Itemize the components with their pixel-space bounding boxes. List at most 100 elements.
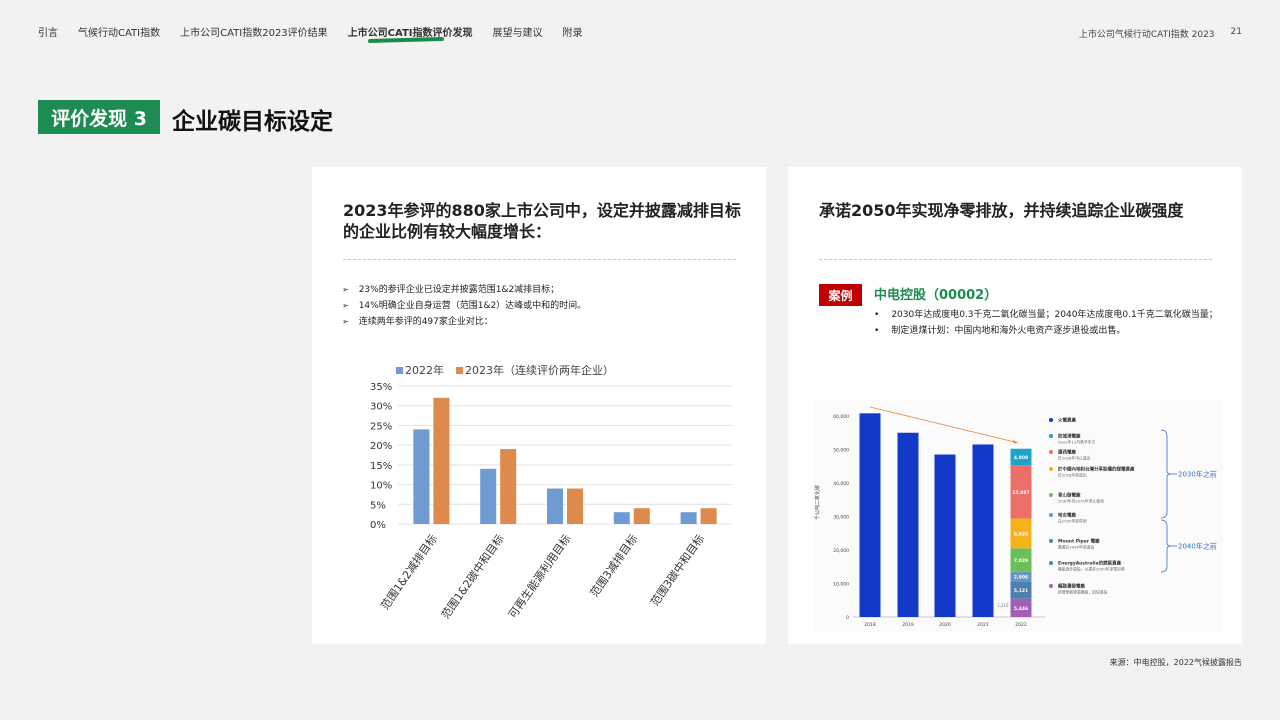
x-tick-label: 范围1&2减排目标 (378, 532, 440, 613)
legend-title: 於中國內地和台灣分享股權的煤電資產 (1057, 466, 1135, 473)
stack-value: 7,029 (1014, 558, 1028, 564)
legend-dot (1049, 467, 1053, 471)
bracket-label: 2040年之前 (1178, 542, 1217, 551)
left-card-title: 2023年参评的880家上市公司中，设定并披露减排目标的企业比例有较大幅度增长： (343, 201, 741, 241)
y-axis-title: 千公吨二氧化碳 (814, 485, 821, 520)
stack-value: 5,446 (1014, 606, 1028, 612)
emission-bar (934, 454, 956, 617)
report-title: 上市公司气候行动CATI指数 2023 (1078, 30, 1215, 40)
legend-sub: 2022年11月售予中方 (1058, 440, 1095, 445)
y-tick-label: 20% (370, 441, 392, 452)
legend-title: 火電資產 (1058, 417, 1076, 424)
legend-sub: 在2035年前停用 (1058, 519, 1087, 524)
legend-dot (1049, 493, 1053, 497)
legend-sub: 機組逐步退役，以達至2050年淨零目標 (1058, 567, 1125, 572)
legend-swatch (396, 367, 403, 374)
nav-item[interactable]: 附录 (563, 24, 583, 39)
legend-dot (1049, 450, 1053, 454)
legend-title: 龍鼓灘發電廠 (1058, 583, 1085, 590)
nav-item[interactable]: 上市公司CATI指数2023评价结果 (180, 24, 328, 39)
legend-label: 2022年 (405, 363, 444, 377)
legend-dot (1049, 418, 1053, 422)
legend-title: Mount Piper 電廠 (1058, 538, 1100, 545)
y-tick-label: 15% (370, 461, 392, 472)
case-badge: 案例 (819, 284, 862, 306)
legend-sub: 於2028年中止退出 (1058, 456, 1091, 461)
bar (413, 429, 430, 524)
legend-swatch (456, 367, 463, 374)
x-tick-label: 2021 (977, 622, 989, 628)
emission-bar (972, 444, 994, 617)
top-nav: 引言 气候行动CATI指数 上市公司CATI指数2023评价结果 上市公司CATI指数… (38, 24, 583, 43)
bar (500, 449, 517, 524)
bar-chart: 0% 5% 10% 15% 20% 25% 30% 35% 2022年 2023年（连续评价两年企… (370, 363, 732, 621)
source-note: 来源：中电控股，2022气候披露报告 (1109, 658, 1242, 667)
bullet-item: 23%的参评企业已设定并披露范围1&2减排目标； (342, 282, 586, 298)
bullet-item: 2030年达成度电0.3千克二氧化碳当量；2040年达成度电0.1千克二氧化碳当… (874, 307, 1217, 323)
y-tick-label: 10% (370, 481, 392, 492)
y-tick-label: 0% (370, 520, 386, 531)
y-tick-label: 0 (846, 615, 849, 621)
legend-title: EnergyAustralia的燃氣資產 (1058, 560, 1122, 567)
emissions-figure: 千公吨二氧化碳 0 10,000 20,000 30,000 40,000 50,000 60… (813, 400, 1223, 632)
section-badge: 评价发现 3 (38, 100, 160, 134)
header-right: 上市公司气候行动CATI指数 2023 21 (1079, 27, 1242, 40)
arrow-head (1013, 439, 1018, 444)
y-tick-label: 35% (370, 382, 392, 393)
legend-dot (1049, 561, 1053, 565)
legend-title: 防城港電廠 (1058, 433, 1081, 440)
right-card: 承诺2050年实现净零排放，并持续追踪企业碳强度 案例 中电控股（00002） … (788, 167, 1242, 644)
bullet-item: 连续两年参评的497家企业对比： (342, 314, 586, 330)
stack-value: 2,906 (1014, 575, 1028, 581)
legend-label: 2023年（连续评价两年企业） (465, 363, 614, 377)
page-number: 21 (1230, 27, 1242, 37)
y-tick-label: 25% (370, 421, 392, 432)
y-tick-label: 40,000 (833, 481, 849, 487)
active-underline (367, 37, 444, 43)
emission-bar (859, 413, 881, 617)
legend-sub: 新增燃氣發電機組，加快退役 (1058, 590, 1108, 595)
nav-item[interactable]: 气候行动CATI指数 (78, 24, 160, 39)
left-card: 2023年参评的880家上市公司中，设定并披露减排目标的企业比例有较大幅度增长：… (312, 167, 766, 644)
bar (700, 508, 717, 524)
divider (343, 259, 736, 260)
legend-title: 哈吉電廠 (1058, 512, 1076, 519)
right-card-title: 承诺2050年实现净零排放，并持续追踪企业碳强度 (819, 201, 1184, 220)
bar (480, 468, 497, 524)
y-tick-label: 50,000 (833, 448, 849, 454)
nav-item[interactable]: 展望与建议 (493, 24, 543, 39)
bar (633, 508, 650, 524)
bar (433, 397, 450, 524)
stack-value: 8,926 (1014, 531, 1028, 537)
x-tick-label: 2019 (902, 622, 914, 628)
legend-dot (1049, 539, 1053, 543)
bar (547, 488, 563, 524)
bullet-item: 14%明确企业自身运营（范围1&2）达峰或中和的时间。 (342, 298, 586, 314)
trend-arrow (869, 406, 1019, 444)
legend-title: 青山發電廠 (1058, 492, 1081, 499)
nav-item[interactable]: 引言 (38, 24, 58, 39)
y-tick-label: 30,000 (833, 515, 849, 521)
legend-dot (1049, 513, 1053, 517)
x-tick-label: 可再生能源利用目标 (505, 532, 573, 621)
legend-sub: 最遲在2040年前退役 (1058, 545, 1094, 550)
x-tick-label: 范围3减排目标 (587, 532, 640, 600)
legend-sub: 2030年至2035年停止使用 (1058, 499, 1104, 504)
emission-bar (897, 432, 919, 617)
legend-sub: 於2028年前退出 (1058, 473, 1087, 478)
nav-item-active[interactable]: 上市公司CATI指数评价发现 (348, 24, 473, 43)
x-tick-label: 2018 (864, 622, 876, 628)
bracket-label: 2030年之前 (1178, 470, 1217, 479)
legend-title: 廣西電廠 (1057, 449, 1076, 456)
x-tick-label: 2022 (1015, 622, 1027, 628)
legend-dot (1049, 584, 1053, 588)
left-bullets: 23%的参评企业已设定并披露范围1&2减排目标； 14%明确企业自身运营（范围1… (342, 282, 586, 330)
bracket (1160, 429, 1172, 519)
y-tick-label: 60,000 (833, 414, 849, 420)
stack-value: 15,887 (1012, 490, 1029, 496)
x-tick-label: 2020 (939, 622, 951, 628)
stack-value: 5,121 (1014, 588, 1028, 594)
divider (819, 259, 1212, 260)
y-tick-label: 10,000 (833, 582, 849, 588)
small-value-label: 1,216 (997, 603, 1009, 608)
